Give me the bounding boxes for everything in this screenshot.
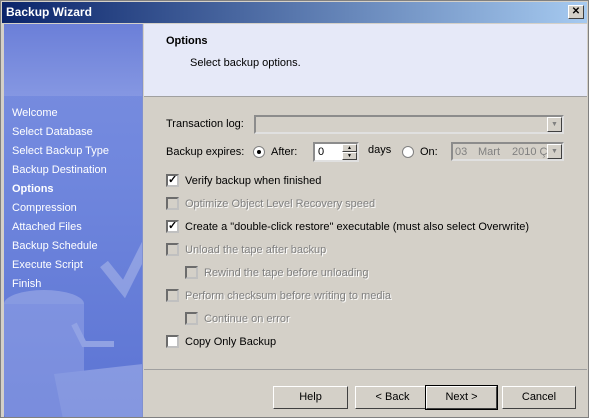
double-click-restore-checkbox[interactable]: ✓ [166, 220, 179, 233]
back-button[interactable]: < Back [355, 386, 430, 409]
next-button[interactable]: Next > [425, 385, 498, 410]
calendar-dropdown-icon: ▼ [547, 144, 562, 159]
transaction-log-label: Transaction log: [166, 118, 244, 130]
nav-item-options[interactable]: Options [12, 180, 109, 199]
date-month: Mart [478, 146, 500, 158]
cancel-button[interactable]: Cancel [502, 386, 576, 409]
double-click-restore-option[interactable]: ✓ Create a "double-click restore" executa… [166, 220, 529, 233]
on-label: On: [420, 146, 438, 158]
continue-on-error-checkbox [185, 312, 198, 325]
verify-backup-label: Verify backup when finished [185, 174, 322, 187]
transaction-log-select[interactable]: ▼ [254, 115, 564, 134]
nav-item-backup-schedule[interactable]: Backup Schedule [12, 237, 109, 256]
after-label: After: [271, 146, 298, 158]
spin-down-icon[interactable]: ▼ [342, 152, 357, 160]
nav-item-compression[interactable]: Compression [12, 199, 109, 218]
wizard-sidebar: Welcome Select Database Select Backup Ty… [4, 24, 143, 417]
checksum-checkbox [166, 289, 179, 302]
spin-up-icon[interactable]: ▲ [342, 144, 357, 152]
database-watermark-icon [4, 290, 142, 417]
continue-on-error-option: Continue on error [185, 312, 290, 325]
nav-item-execute-script[interactable]: Execute Script [12, 256, 109, 275]
double-click-restore-label: Create a "double-click restore" executab… [185, 220, 530, 233]
date-year: 2010 Ç [512, 146, 548, 158]
optimize-olr-label: Optimize Object Level Recovery speed [185, 197, 376, 210]
window-title: Backup Wizard [6, 5, 92, 19]
options-panel: Transaction log: ▼ Backup expires: After… [144, 98, 587, 368]
page-title: Options [166, 35, 208, 47]
wizard-steps-nav: Welcome Select Database Select Backup Ty… [12, 104, 109, 294]
help-button[interactable]: Help [273, 386, 348, 409]
on-radio[interactable] [402, 146, 414, 158]
page-subtitle: Select backup options. [190, 57, 301, 69]
unload-tape-option: Unload the tape after backup [166, 243, 326, 256]
verify-backup-option[interactable]: ✓ Verify backup when finished [166, 174, 321, 187]
nav-item-attached-files[interactable]: Attached Files [12, 218, 109, 237]
days-value: 0 [318, 146, 325, 158]
checksum-option: Perform checksum before writing to media [166, 289, 391, 302]
after-radio[interactable] [253, 146, 265, 158]
nav-item-backup-destination[interactable]: Backup Destination [12, 161, 109, 180]
rewind-tape-label: Rewind the tape before unloading [204, 266, 369, 279]
nav-item-select-backup-type[interactable]: Select Backup Type [12, 142, 109, 161]
nav-item-welcome[interactable]: Welcome [12, 104, 109, 123]
date-day: 03 [455, 146, 468, 158]
nav-item-finish[interactable]: Finish [12, 275, 109, 294]
dropdown-arrow-icon: ▼ [547, 117, 562, 132]
unload-tape-checkbox [166, 243, 179, 256]
nav-item-select-database[interactable]: Select Database [12, 123, 109, 142]
unload-tape-label: Unload the tape after backup [185, 243, 327, 256]
optimize-olr-checkbox [166, 197, 179, 210]
continue-on-error-label: Continue on error [204, 312, 290, 325]
optimize-olr-option: Optimize Object Level Recovery speed [166, 197, 375, 210]
backup-wizard-window: Backup Wizard ✕ Welcome Select Database … [0, 0, 589, 418]
days-stepper[interactable]: 0 ▲ ▼ [313, 142, 359, 162]
verify-backup-checkbox[interactable]: ✓ [166, 174, 179, 187]
copy-only-option[interactable]: Copy Only Backup [166, 335, 276, 348]
backup-expires-label: Backup expires: [166, 146, 245, 158]
rewind-tape-option: Rewind the tape before unloading [185, 266, 369, 279]
days-label: days [368, 144, 392, 156]
wizard-footer: Help < Back Next > Cancel [144, 369, 587, 417]
title-bar[interactable]: Backup Wizard ✕ [2, 2, 587, 23]
page-header: Options Select backup options. [144, 24, 587, 97]
close-button[interactable]: ✕ [568, 5, 584, 19]
expiry-date-picker[interactable]: 03 Mart 2010 Ç ▼ [451, 142, 564, 161]
sidebar-header-panel [4, 24, 142, 96]
rewind-tape-checkbox [185, 266, 198, 279]
copy-only-label: Copy Only Backup [185, 335, 277, 348]
checksum-label: Perform checksum before writing to media [185, 289, 392, 302]
copy-only-checkbox[interactable] [166, 335, 179, 348]
